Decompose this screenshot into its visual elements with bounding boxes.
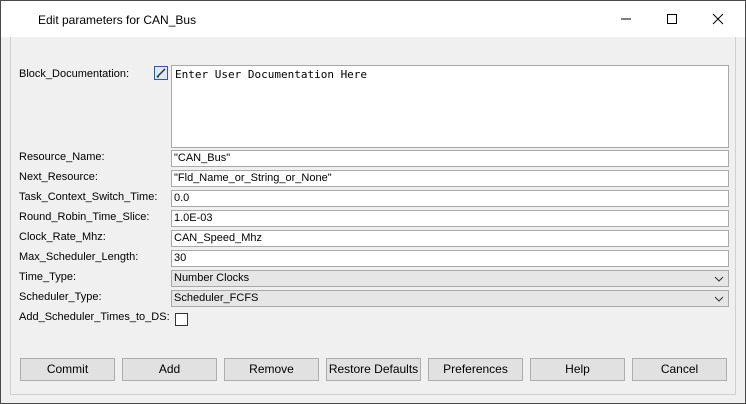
task-context-switch-time-field[interactable]: 0.0: [171, 190, 729, 207]
window-title: Edit parameters for CAN_Bus: [38, 13, 197, 27]
maximize-icon: [667, 14, 677, 24]
time-type-select[interactable]: Number Clocks: [171, 270, 729, 287]
minimize-button[interactable]: [603, 1, 649, 37]
help-button[interactable]: Help: [530, 358, 625, 381]
resource-name-label: Resource_Name:: [19, 151, 105, 163]
maximize-button[interactable]: [649, 1, 695, 37]
close-icon: [712, 13, 724, 25]
cancel-button[interactable]: Cancel: [632, 358, 727, 381]
round-robin-time-slice-label: Round_Robin_Time_Slice:: [19, 211, 150, 223]
title-bar[interactable]: Edit parameters for CAN_Bus: [1, 1, 745, 37]
preferences-button[interactable]: Preferences: [428, 358, 523, 381]
edit-doc-icon[interactable]: [154, 66, 168, 80]
chevron-down-icon: [714, 296, 724, 302]
time-type-value: Number Clocks: [174, 272, 250, 284]
scheduler-type-label: Scheduler_Type:: [19, 291, 102, 303]
block-documentation-label: Block_Documentation:: [19, 68, 130, 80]
close-button[interactable]: [695, 1, 741, 37]
max-scheduler-length-field[interactable]: 30: [171, 250, 729, 267]
minimize-icon: [621, 18, 631, 20]
remove-button[interactable]: Remove: [224, 358, 319, 381]
add-scheduler-times-label: Add_Scheduler_Times_to_DS:: [19, 311, 170, 323]
pencil-icon: [156, 68, 166, 78]
scheduler-type-select[interactable]: Scheduler_FCFS: [171, 290, 729, 307]
restore-defaults-button[interactable]: Restore Defaults: [326, 358, 421, 381]
scheduler-type-value: Scheduler_FCFS: [174, 292, 259, 304]
commit-button[interactable]: Commit: [20, 358, 115, 381]
add-button[interactable]: Add: [122, 358, 217, 381]
max-scheduler-length-label: Max_Scheduler_Length:: [19, 251, 139, 263]
clock-rate-mhz-field[interactable]: CAN_Speed_Mhz: [171, 230, 729, 247]
block-documentation-textarea[interactable]: Enter User Documentation Here: [171, 65, 729, 148]
resource-name-field[interactable]: "CAN_Bus": [171, 150, 729, 167]
dialog-window: Edit parameters for CAN_Bus Block_Docume…: [0, 0, 746, 404]
add-scheduler-times-checkbox[interactable]: [175, 313, 188, 326]
next-resource-label: Next_Resource:: [19, 171, 98, 183]
task-context-switch-time-label: Task_Context_Switch_Time:: [19, 191, 158, 203]
next-resource-field[interactable]: "Fld_Name_or_String_or_None": [171, 170, 729, 187]
round-robin-time-slice-field[interactable]: 1.0E-03: [171, 210, 729, 227]
clock-rate-mhz-label: Clock_Rate_Mhz:: [19, 231, 106, 243]
time-type-label: Time_Type:: [19, 271, 77, 283]
chevron-down-icon: [714, 276, 724, 282]
